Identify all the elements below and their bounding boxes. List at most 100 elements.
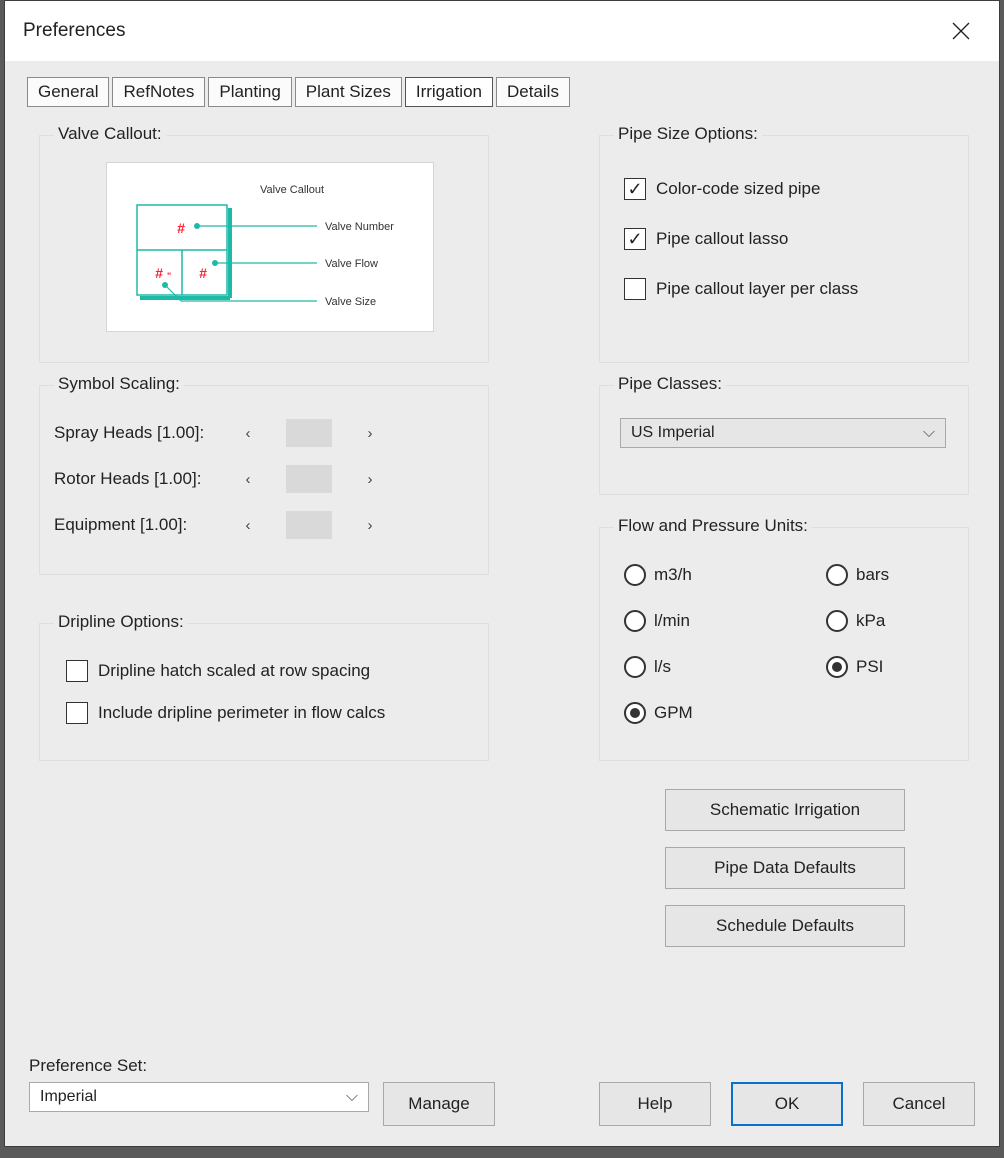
group-dripline: Dripline Options: Dripline hatch scaled …	[39, 623, 489, 761]
equipment-label: Equipment [1.00]:	[40, 515, 230, 535]
svg-text:Valve Size: Valve Size	[325, 296, 376, 308]
group-symbol-scaling: Symbol Scaling: Spray Heads [1.00]: ‹ › …	[39, 385, 489, 575]
preferences-window: Preferences General RefNotes Planting Pl…	[4, 0, 1000, 1147]
group-valve-callout: Valve Callout: Valve Callout # # "	[39, 135, 489, 363]
color-code-label: Color-code sized pipe	[656, 179, 820, 199]
tab-irrigation[interactable]: Irrigation	[405, 77, 493, 107]
pipe-classes-select[interactable]: US Imperial ⌵	[620, 418, 946, 448]
manage-button[interactable]: Manage	[383, 1082, 495, 1126]
radio-bars[interactable]: bars	[826, 552, 956, 598]
dialog-content: General RefNotes Planting Plant Sizes Ir…	[5, 61, 999, 1146]
pipe-data-defaults-button[interactable]: Pipe Data Defaults	[665, 847, 905, 889]
chevron-right-icon: ›	[368, 471, 373, 488]
pipe-size-label: Pipe Size Options:	[614, 124, 762, 144]
chevron-right-icon: ›	[368, 517, 373, 534]
equipment-decrease[interactable]: ‹	[230, 513, 266, 537]
group-pipe-size: Pipe Size Options: Color-code sized pipe…	[599, 135, 969, 363]
group-flow-pressure: Flow and Pressure Units: m3/h l/min l/s …	[599, 527, 969, 761]
equipment-increase[interactable]: ›	[352, 513, 388, 537]
rotor-heads-label: Rotor Heads [1.00]:	[40, 469, 230, 489]
svg-text:#: #	[177, 220, 185, 236]
radio-bars-input[interactable]	[826, 564, 848, 586]
color-code-row[interactable]: Color-code sized pipe	[606, 164, 858, 214]
svg-text:": "	[167, 271, 171, 281]
svg-text:Valve Flow: Valve Flow	[325, 258, 378, 270]
dripline-perimeter-label: Include dripline perimeter in flow calcs	[98, 703, 385, 723]
radio-ls[interactable]: l/s	[624, 644, 774, 690]
symbol-scaling-label: Symbol Scaling:	[54, 374, 184, 394]
chevron-left-icon: ‹	[246, 517, 251, 534]
radio-ls-label: l/s	[654, 657, 671, 677]
rotor-increase[interactable]: ›	[352, 467, 388, 491]
dialog-footer: Preference Set: Imperial ⌵ Manage Help O…	[29, 1056, 975, 1126]
radio-ls-input[interactable]	[624, 656, 646, 678]
radio-bars-label: bars	[856, 565, 889, 585]
svg-text:Valve Number: Valve Number	[325, 221, 394, 233]
radio-gpm-input[interactable]	[624, 702, 646, 724]
radio-gpm[interactable]: GPM	[624, 690, 774, 736]
titlebar: Preferences	[5, 1, 999, 61]
rotor-decrease[interactable]: ‹	[230, 467, 266, 491]
tab-details[interactable]: Details	[496, 77, 570, 107]
spray-decrease[interactable]: ‹	[230, 421, 266, 445]
callout-lasso-row[interactable]: Pipe callout lasso	[606, 214, 858, 264]
spray-value-box[interactable]	[286, 419, 332, 447]
spray-increase[interactable]: ›	[352, 421, 388, 445]
callout-lasso-checkbox[interactable]	[624, 228, 646, 250]
equipment-value-box[interactable]	[286, 511, 332, 539]
chevron-right-icon: ›	[368, 425, 373, 442]
help-button[interactable]: Help	[599, 1082, 711, 1126]
dripline-label: Dripline Options:	[54, 612, 188, 632]
scale-row-equipment: Equipment [1.00]: ‹ ›	[40, 502, 488, 548]
radio-lmin[interactable]: l/min	[624, 598, 774, 644]
schedule-defaults-button[interactable]: Schedule Defaults	[665, 905, 905, 947]
tab-planting[interactable]: Planting	[208, 77, 291, 107]
radio-kpa[interactable]: kPa	[826, 598, 956, 644]
schematic-irrigation-button[interactable]: Schematic Irrigation	[665, 789, 905, 831]
rotor-value-box[interactable]	[286, 465, 332, 493]
dripline-hatch-checkbox[interactable]	[66, 660, 88, 682]
svg-text:#: #	[199, 265, 207, 281]
tab-general[interactable]: General	[27, 77, 109, 107]
color-code-checkbox[interactable]	[624, 178, 646, 200]
chevron-left-icon: ‹	[246, 471, 251, 488]
callout-layer-checkbox[interactable]	[624, 278, 646, 300]
valve-callout-diagram: Valve Callout # # " # Valve N	[107, 163, 435, 333]
chevron-down-icon: ⌵	[346, 1088, 358, 1106]
callout-layer-row[interactable]: Pipe callout layer per class	[606, 264, 858, 314]
valve-callout-preview[interactable]: Valve Callout # # " # Valve N	[106, 162, 434, 332]
cancel-button[interactable]: Cancel	[863, 1082, 975, 1126]
radio-kpa-label: kPa	[856, 611, 885, 631]
dripline-hatch-row[interactable]: Dripline hatch scaled at row spacing	[48, 650, 385, 692]
radio-kpa-input[interactable]	[826, 610, 848, 632]
group-pipe-classes: Pipe Classes: US Imperial ⌵	[599, 385, 969, 495]
radio-gpm-label: GPM	[654, 703, 693, 723]
dripline-perimeter-row[interactable]: Include dripline perimeter in flow calcs	[48, 692, 385, 734]
chevron-down-icon: ⌵	[923, 424, 935, 442]
tab-bar: General RefNotes Planting Plant Sizes Ir…	[5, 61, 999, 107]
scale-row-spray: Spray Heads [1.00]: ‹ ›	[40, 410, 488, 456]
spray-heads-label: Spray Heads [1.00]:	[40, 423, 230, 443]
close-icon	[952, 22, 970, 40]
preference-set-value: Imperial	[40, 1088, 97, 1106]
radio-m3h[interactable]: m3/h	[624, 552, 774, 598]
preference-set-select[interactable]: Imperial ⌵	[29, 1082, 369, 1112]
radio-psi-input[interactable]	[826, 656, 848, 678]
radio-psi-label: PSI	[856, 657, 883, 677]
flow-pressure-label: Flow and Pressure Units:	[614, 516, 812, 536]
tab-plant-sizes[interactable]: Plant Sizes	[295, 77, 402, 107]
diagram-title: Valve Callout	[260, 184, 324, 196]
scale-row-rotor: Rotor Heads [1.00]: ‹ ›	[40, 456, 488, 502]
dripline-perimeter-checkbox[interactable]	[66, 702, 88, 724]
pipe-classes-value: US Imperial	[631, 424, 715, 442]
close-button[interactable]	[941, 11, 981, 51]
callout-lasso-label: Pipe callout lasso	[656, 229, 788, 249]
callout-layer-label: Pipe callout layer per class	[656, 279, 858, 299]
window-title: Preferences	[23, 20, 941, 42]
ok-button[interactable]: OK	[731, 1082, 843, 1126]
tab-refnotes[interactable]: RefNotes	[112, 77, 205, 107]
radio-lmin-input[interactable]	[624, 610, 646, 632]
radio-psi[interactable]: PSI	[826, 644, 956, 690]
radio-m3h-input[interactable]	[624, 564, 646, 586]
valve-callout-label: Valve Callout:	[54, 124, 166, 144]
